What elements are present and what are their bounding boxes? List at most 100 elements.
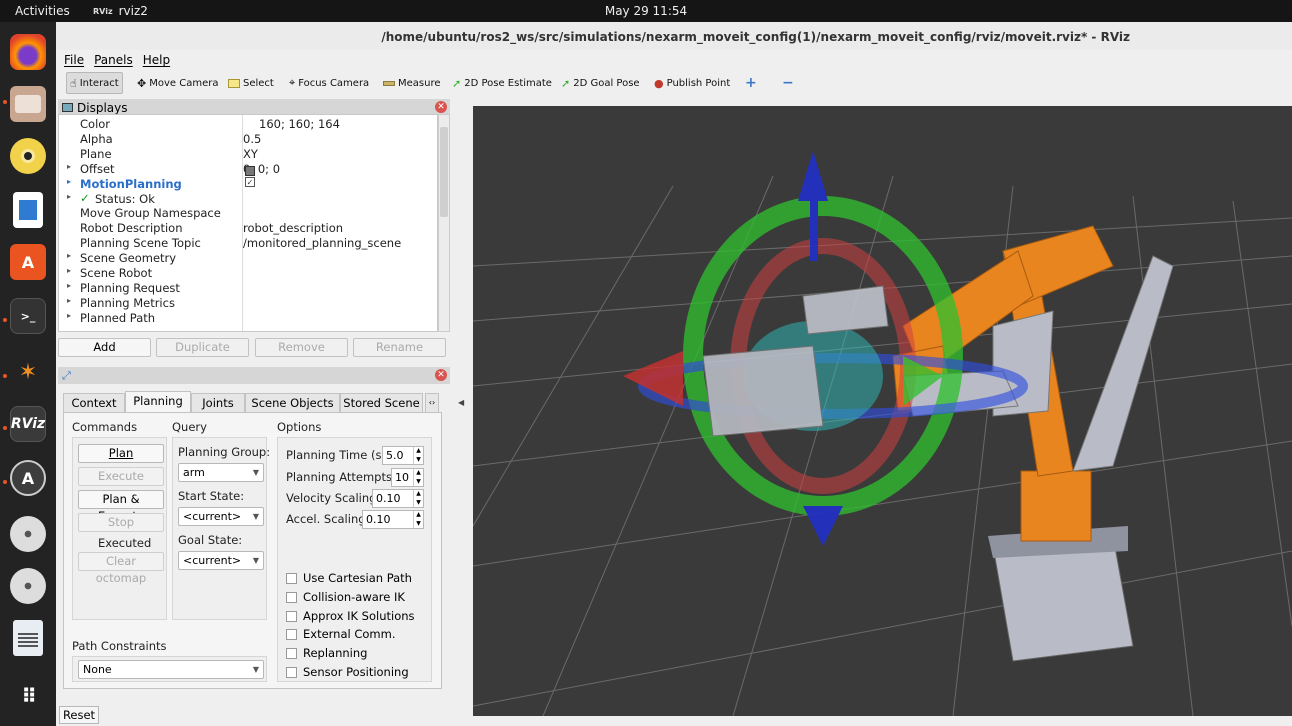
stop-button[interactable]: Stop: [78, 513, 164, 532]
rename-display-button[interactable]: Rename: [353, 338, 446, 357]
display-row[interactable]: Plane XY: [59, 147, 437, 162]
terminal-icon[interactable]: >_: [10, 298, 46, 334]
menu-file[interactable]: File: [64, 53, 84, 70]
spin-up-icon-3[interactable]: ▲: [413, 490, 423, 498]
display-row[interactable]: Robot Description robot_description: [59, 221, 437, 236]
collapse-panel-icon[interactable]: ◀: [458, 398, 464, 407]
planning-group-select[interactable]: arm ▼: [178, 463, 264, 482]
property-value[interactable]: /monitored_planning_scene: [243, 236, 401, 250]
close-icon[interactable]: ✕: [435, 101, 447, 113]
interact-tool[interactable]: ☝ Interact: [66, 72, 123, 94]
collision-aware-ik-checkbox[interactable]: Collision-aware IK: [286, 590, 405, 604]
measure-tool[interactable]: Measure: [380, 72, 444, 94]
expand-arrow-icon[interactable]: ▸: [67, 296, 71, 305]
tab-context[interactable]: Context: [63, 393, 125, 412]
move-camera-tool[interactable]: ✥ Move Camera: [134, 72, 221, 94]
firefox-icon[interactable]: [10, 34, 46, 70]
tab-joints[interactable]: Joints: [191, 393, 245, 412]
disc-icon[interactable]: [10, 516, 46, 552]
start-state-select[interactable]: <current> ▼: [178, 507, 264, 526]
tab-scroll-arrows[interactable]: ‹›: [425, 393, 439, 412]
blender-icon[interactable]: ✶: [10, 354, 46, 390]
display-row[interactable]: Planning Scene Topic/monitored_planning_…: [59, 236, 437, 251]
expand-arrow-icon[interactable]: ▸: [67, 311, 71, 320]
software-updater-icon[interactable]: A: [10, 460, 46, 496]
property-value[interactable]: 160; 160; 164: [259, 117, 340, 131]
rviz-icon[interactable]: RViz: [10, 406, 46, 442]
clock[interactable]: May 29 11:54: [0, 4, 1292, 18]
files-icon[interactable]: [10, 86, 46, 122]
display-row[interactable]: Color 160; 160; 164: [59, 117, 437, 132]
expand-arrow-icon[interactable]: ▸: [67, 192, 71, 201]
tab-scene-objects[interactable]: Scene Objects: [245, 393, 340, 412]
property-value[interactable]: robot_description: [243, 221, 343, 235]
spin-up-icon[interactable]: ▲: [413, 447, 423, 455]
motionplanning-checkbox[interactable]: ✓: [245, 177, 255, 187]
show-apps-icon[interactable]: ⠿: [10, 678, 46, 714]
duplicate-display-button[interactable]: Duplicate: [156, 338, 249, 357]
spin-down-icon-3[interactable]: ▼: [413, 498, 423, 507]
display-row[interactable]: ✓ ▸ Status: Ok: [59, 191, 437, 207]
accel-scaling-input[interactable]: 0.10 ▲ ▼: [362, 510, 424, 529]
tab-stored-scene[interactable]: Stored Scene: [340, 393, 423, 412]
display-row[interactable]: Move Group Namespace: [59, 206, 437, 221]
display-row[interactable]: Alpha 0.5: [59, 132, 437, 147]
display-row[interactable]: ▸ Planning Request: [59, 281, 437, 296]
writer-icon[interactable]: [13, 192, 43, 228]
3d-viewport[interactable]: [473, 106, 1292, 716]
spin-down-icon[interactable]: ▼: [413, 455, 423, 464]
spin-down-icon-4[interactable]: ▼: [413, 519, 423, 528]
color-swatch[interactable]: [245, 166, 255, 176]
approx-ik-checkbox[interactable]: Approx IK Solutions: [286, 609, 415, 623]
app-center-icon[interactable]: A: [10, 244, 46, 280]
add-tool-button[interactable]: +: [742, 72, 760, 94]
plan-execute-button[interactable]: Plan & Execute: [78, 490, 164, 523]
external-comm-checkbox[interactable]: External Comm.: [286, 627, 396, 641]
property-value[interactable]: 0.5: [243, 132, 261, 146]
menu-help[interactable]: Help: [143, 53, 170, 70]
text-editor-icon[interactable]: [13, 620, 43, 656]
display-row[interactable]: ▸ Planned Path: [59, 311, 437, 326]
execute-button[interactable]: Execute: [78, 467, 164, 486]
plan-button[interactable]: Plan: [78, 444, 164, 463]
expand-arrow-icon[interactable]: ▸: [67, 281, 71, 290]
goal-pose-tool[interactable]: ➚ 2D Goal Pose: [558, 72, 643, 94]
clear-octomap-button[interactable]: Clear octomap: [78, 552, 164, 585]
focus-camera-tool[interactable]: ⌖ Focus Camera: [286, 72, 372, 94]
replanning-checkbox[interactable]: Replanning: [286, 646, 367, 660]
pose-estimate-tool[interactable]: ➚ 2D Pose Estimate: [449, 72, 555, 94]
planning-attempts-input[interactable]: 10 ▲ ▼: [391, 468, 424, 487]
spin-up-icon-4[interactable]: ▲: [413, 511, 423, 519]
display-tree-scrollbar[interactable]: [438, 114, 450, 332]
tab-planning[interactable]: Planning: [125, 391, 191, 413]
planning-time-input[interactable]: 5.0 ▲ ▼: [382, 446, 424, 465]
publish-point-tool[interactable]: ● Publish Point: [651, 72, 733, 94]
reset-button[interactable]: Reset: [59, 706, 99, 724]
expand-arrow-icon[interactable]: ▸: [67, 266, 71, 275]
display-row[interactable]: ▸ Planning Metrics: [59, 296, 437, 311]
title-bar[interactable]: /home/ubuntu/ros2_ws/src/simulations/nex…: [56, 22, 1292, 50]
path-constraints-select[interactable]: None ▼: [78, 660, 264, 679]
display-row[interactable]: ▸ Scene Geometry: [59, 251, 437, 266]
use-cartesian-path-checkbox[interactable]: Use Cartesian Path: [286, 571, 412, 585]
planning-attempts-value: 10: [395, 471, 409, 484]
property-value[interactable]: XY: [243, 147, 258, 161]
spin-down-icon-2[interactable]: ▼: [413, 477, 423, 486]
expand-arrow-icon[interactable]: ▸: [67, 162, 71, 171]
select-tool[interactable]: Select: [225, 72, 277, 94]
remove-tool-button[interactable]: −: [779, 72, 797, 94]
add-display-button[interactable]: Add: [58, 338, 151, 357]
rhythmbox-icon[interactable]: [10, 138, 46, 174]
sensor-positioning-checkbox[interactable]: Sensor Positioning: [286, 665, 409, 679]
close-icon-2[interactable]: ✕: [435, 369, 447, 381]
display-row[interactable]: ▸ Scene Robot: [59, 266, 437, 281]
expand-arrow-icon[interactable]: ▸: [67, 251, 71, 260]
goal-state-select[interactable]: <current> ▼: [178, 551, 264, 570]
remove-display-button[interactable]: Remove: [255, 338, 348, 357]
menu-panels[interactable]: Panels: [94, 53, 133, 70]
interactive-marker[interactable]: [623, 151, 1028, 546]
velocity-scaling-input[interactable]: 0.10 ▲ ▼: [372, 489, 424, 508]
expand-arrow-icon[interactable]: ▸: [67, 177, 71, 186]
spin-up-icon-2[interactable]: ▲: [413, 469, 423, 477]
disc-icon-2[interactable]: [10, 568, 46, 604]
